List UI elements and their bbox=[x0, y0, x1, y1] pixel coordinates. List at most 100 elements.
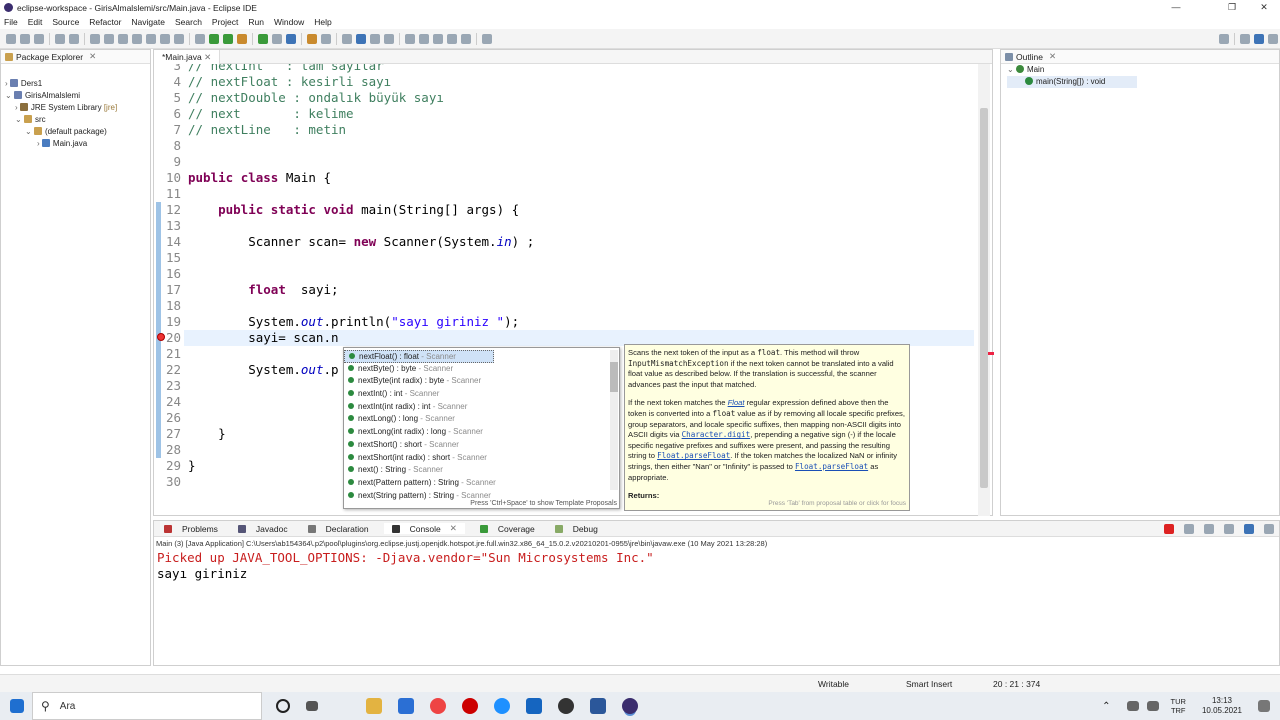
menu-edit[interactable]: Edit bbox=[28, 17, 43, 27]
block-selection-icon[interactable] bbox=[370, 33, 380, 44]
edge-icon[interactable] bbox=[494, 698, 510, 714]
code-line[interactable]: 14 Scanner scan= new Scanner(System.in) … bbox=[154, 234, 974, 250]
debug-icon[interactable] bbox=[195, 33, 205, 44]
outline-item-method[interactable]: main(String[]) : void bbox=[1007, 76, 1137, 88]
proposal-item[interactable]: nextShort(int radix) : short - Scanner bbox=[344, 452, 608, 465]
code-line[interactable]: 3 // nextInt : tam sayılar bbox=[154, 64, 974, 74]
cortana-icon[interactable] bbox=[276, 699, 290, 713]
code-line[interactable]: 4 // nextFloat : kesirli sayı bbox=[154, 74, 974, 90]
tab-declaration[interactable]: Declaration bbox=[303, 524, 374, 534]
proposal-item[interactable]: nextLong() : long - Scanner bbox=[344, 413, 608, 426]
code-line[interactable]: 13 bbox=[154, 218, 974, 234]
show-whitespace-icon[interactable] bbox=[384, 33, 394, 44]
save-all-icon[interactable] bbox=[34, 33, 44, 44]
terminate-console-icon[interactable] bbox=[1164, 523, 1174, 534]
doc-link-parsefloat[interactable]: Float.parseFloat bbox=[795, 462, 868, 471]
volume-icon[interactable] bbox=[1146, 701, 1159, 711]
close-icon[interactable]: ✕ bbox=[89, 51, 96, 62]
toggle-breadcrumb-icon[interactable] bbox=[342, 33, 352, 44]
code-line[interactable]: 5 // nextDouble : ondalık büyük sayı bbox=[154, 90, 974, 106]
proposal-item[interactable]: next() : String - Scanner bbox=[344, 464, 608, 477]
code-line[interactable]: 16 bbox=[154, 266, 974, 282]
word-icon[interactable] bbox=[590, 698, 606, 714]
network-icon[interactable] bbox=[1126, 701, 1139, 711]
scrollbar-thumb[interactable] bbox=[980, 108, 988, 488]
photos-icon[interactable] bbox=[526, 698, 542, 714]
code-line[interactable]: 7 // nextLine : metin bbox=[154, 122, 974, 138]
outline-item-class[interactable]: ⌄ Main bbox=[1007, 64, 1279, 76]
proposal-item[interactable]: nextInt(int radix) : int - Scanner bbox=[344, 401, 608, 414]
forward-icon[interactable] bbox=[461, 33, 471, 44]
tree-item-jre[interactable]: › JRE System Library [jre] bbox=[5, 102, 150, 114]
code-line[interactable]: 9 bbox=[154, 154, 974, 170]
tab-debug[interactable]: Debug bbox=[550, 524, 603, 534]
debug-perspective-icon[interactable] bbox=[1268, 33, 1278, 44]
input-language[interactable]: TUR TRF bbox=[1171, 697, 1186, 715]
terminate-icon[interactable] bbox=[118, 33, 128, 44]
error-icon[interactable] bbox=[157, 333, 165, 341]
open-perspective-icon[interactable] bbox=[1240, 33, 1250, 44]
new-package-icon[interactable] bbox=[272, 33, 282, 44]
taskbar-search-box[interactable]: ⚲ Ara bbox=[32, 692, 262, 720]
pin-console-icon[interactable] bbox=[1244, 523, 1254, 534]
suspend-icon[interactable] bbox=[104, 33, 114, 44]
proposal-item[interactable]: nextShort() : short - Scanner bbox=[344, 439, 608, 452]
menu-refactor[interactable]: Refactor bbox=[89, 17, 121, 27]
close-icon[interactable]: ✕ bbox=[204, 52, 211, 62]
menu-source[interactable]: Source bbox=[52, 17, 79, 27]
display-console-icon[interactable] bbox=[1264, 523, 1274, 534]
open-type-icon[interactable] bbox=[307, 33, 317, 44]
code-line[interactable]: 18 bbox=[154, 298, 974, 314]
proposal-item[interactable]: nextByte(int radix) : byte - Scanner bbox=[344, 375, 608, 388]
code-line[interactable]: 11 bbox=[154, 186, 974, 202]
doc-link-parsefloat[interactable]: Float.parseFloat bbox=[657, 451, 730, 460]
tree-item-src[interactable]: ⌄ src bbox=[5, 114, 150, 126]
windows-start-icon[interactable] bbox=[10, 699, 24, 713]
task-view-icon[interactable] bbox=[306, 701, 318, 711]
tab-main-java[interactable]: *Main.java ✕ bbox=[154, 49, 221, 64]
recorder-icon[interactable] bbox=[462, 698, 478, 714]
menu-navigate[interactable]: Navigate bbox=[131, 17, 165, 27]
menu-project[interactable]: Project bbox=[212, 17, 238, 27]
search-toolbar-icon[interactable] bbox=[321, 33, 331, 44]
package-explorer-title[interactable]: Package Explorer bbox=[16, 52, 83, 62]
status-insert-mode[interactable]: Smart Insert bbox=[906, 679, 952, 689]
tab-problems[interactable]: Problems bbox=[159, 524, 223, 534]
resume-icon[interactable] bbox=[90, 33, 100, 44]
previous-annotation-icon[interactable] bbox=[419, 33, 429, 44]
doc-link-float[interactable]: Float bbox=[728, 398, 745, 407]
step-return-icon[interactable] bbox=[174, 33, 184, 44]
terminal-icon[interactable] bbox=[55, 33, 65, 44]
proposal-item[interactable]: next(Pattern pattern) : String - Scanner bbox=[344, 477, 608, 490]
menu-file[interactable]: File bbox=[4, 17, 18, 27]
new-java-project-icon[interactable] bbox=[258, 33, 268, 44]
app-icon[interactable] bbox=[558, 698, 574, 714]
back-icon[interactable] bbox=[447, 33, 457, 44]
coverage-icon[interactable] bbox=[223, 33, 233, 44]
mark-occurrences-icon[interactable] bbox=[356, 33, 366, 44]
save-icon[interactable] bbox=[20, 33, 30, 44]
maximize-button[interactable]: ❐ bbox=[1216, 0, 1248, 15]
close-icon[interactable]: ✕ bbox=[450, 523, 457, 534]
tab-console[interactable]: Console ✕ bbox=[383, 523, 465, 534]
tree-item-default-package[interactable]: ⌄ (default package) bbox=[5, 126, 150, 138]
minimize-button[interactable]: — bbox=[1160, 0, 1192, 15]
close-icon[interactable]: ✕ bbox=[1049, 51, 1056, 62]
new-class-icon[interactable] bbox=[286, 33, 296, 44]
last-edit-icon[interactable] bbox=[433, 33, 443, 44]
clear-console-icon[interactable] bbox=[1204, 523, 1214, 534]
chrome-icon[interactable] bbox=[430, 698, 446, 714]
code-line[interactable]: 19 System.out.println("sayı giriniz "); bbox=[154, 314, 974, 330]
new-icon[interactable] bbox=[6, 33, 16, 44]
scrollbar-thumb[interactable] bbox=[610, 362, 618, 392]
step-over-icon[interactable] bbox=[160, 33, 170, 44]
outline-title[interactable]: Outline bbox=[1016, 52, 1043, 62]
code-line[interactable]: 6 // next : kelime bbox=[154, 106, 974, 122]
code-line[interactable]: 12 public static void main(String[] args… bbox=[154, 202, 974, 218]
proposal-item[interactable]: nextFloat() : float - Scanner bbox=[344, 350, 494, 363]
close-button[interactable]: ✕ bbox=[1248, 0, 1280, 15]
taskbar-clock[interactable]: 13:13 10.05.2021 bbox=[1202, 696, 1242, 716]
skip-breakpoints-icon[interactable] bbox=[69, 33, 79, 44]
next-annotation-icon[interactable] bbox=[405, 33, 415, 44]
menu-run[interactable]: Run bbox=[248, 17, 264, 27]
